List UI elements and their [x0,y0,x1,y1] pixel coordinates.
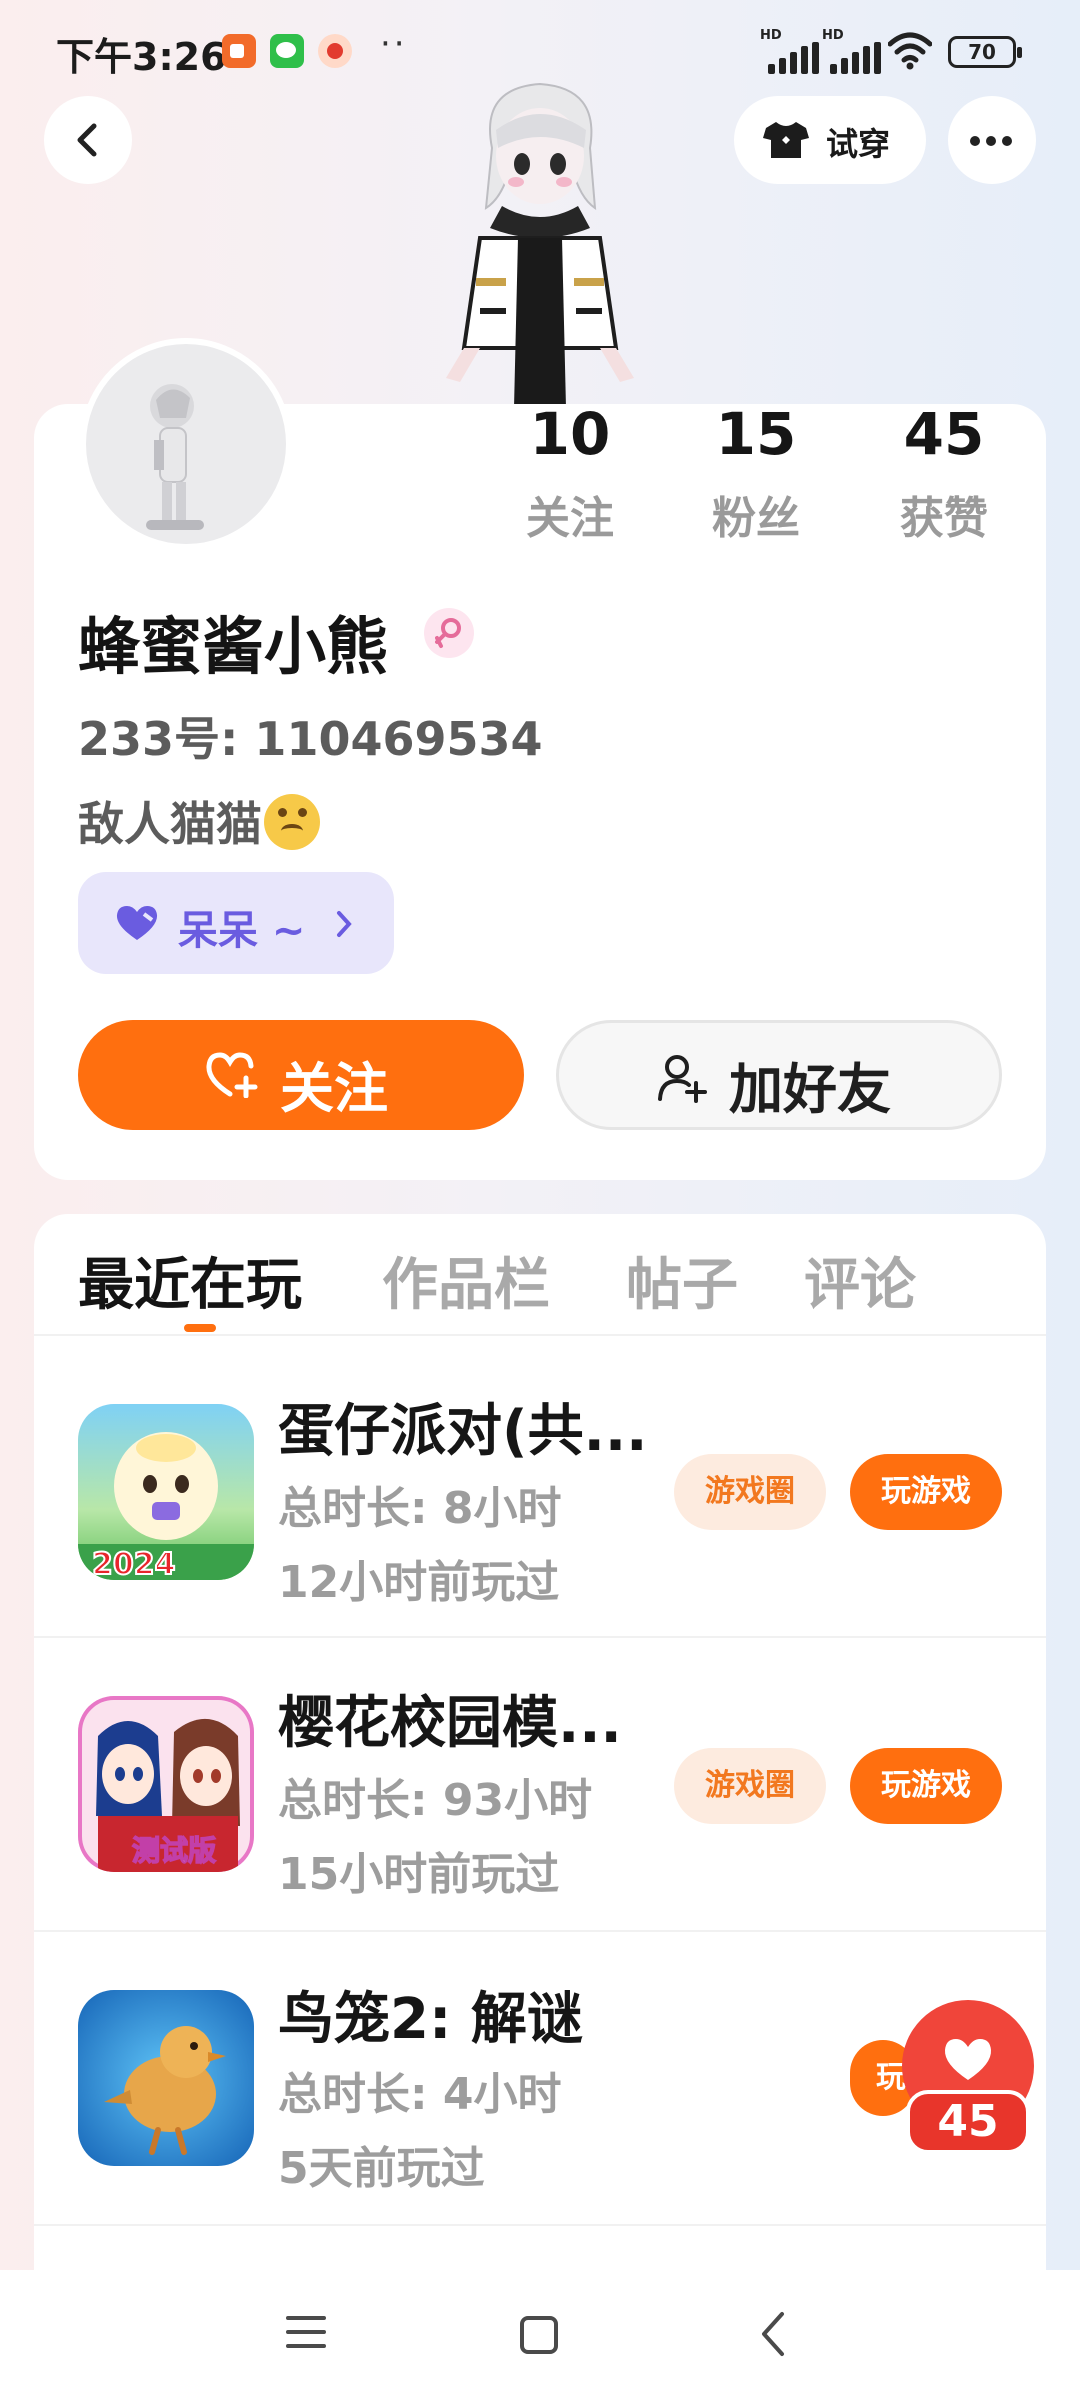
divider [34,2224,1046,2226]
back-icon[interactable] [758,2310,788,2358]
fans-stat[interactable]: 15 粉丝 [676,400,836,546]
avatar-figure [146,384,204,530]
female-gender-icon [424,608,474,658]
game-circle-button[interactable]: 游戏圈 [674,1748,826,1824]
tag-label: 呆呆 ~ [178,908,306,954]
wifi-icon [888,32,932,70]
game-icon-sakura-school[interactable]: 测试版 [78,1696,254,1872]
game-duration: 总时长: 8小时 [278,1483,562,1534]
tab-works[interactable]: 作品栏 [382,1240,550,1321]
add-user-icon [658,1055,707,1103]
more-notifications-icon: ·· [380,24,408,64]
divider [34,1334,1046,1336]
wechat-icon [270,34,304,68]
fans-label: 粉丝 [712,493,800,544]
bio-text: 敌人猫猫 [78,797,262,851]
game-circle-button[interactable]: 游戏圈 [674,1454,826,1530]
follow-label: 关注 [280,1057,388,1120]
try-on-label: 试穿 [826,125,891,163]
more-options-button[interactable] [948,96,1036,184]
game-last-played: 5天前玩过 [278,2143,485,2194]
tshirt-icon [763,122,809,158]
tab-posts[interactable]: 帖子 [626,1240,738,1321]
battery-icon: 70 [948,36,1022,68]
likes-count: 45 [903,400,985,468]
game-last-played: 12小时前玩过 [278,1557,560,1608]
tab-comments[interactable]: 评论 [804,1240,916,1321]
floating-like-count: 45 [906,2090,1030,2154]
nickname: 蜂蜜酱小熊 [78,610,389,683]
heart-plus-icon [206,1052,258,1098]
game-icon-text: 测试版 [132,1834,216,1867]
user-id: 233号: 110469534 [78,712,543,766]
following-count: 10 [529,400,611,468]
tab-recent-played[interactable]: 最近在玩 [78,1240,302,1321]
divider [34,1930,1046,1932]
divider [34,1636,1046,1638]
upside-down-face-icon [264,794,320,850]
game-title[interactable]: 樱花校园模... [278,1678,622,1759]
following-stat[interactable]: 10 关注 [490,400,650,546]
add-friend-label: 加好友 [729,1058,891,1121]
play-game-button[interactable]: 玩游戏 [850,1748,1002,1824]
add-friend-button[interactable]: 加好友 [556,1020,1002,1130]
tab-indicator [184,1324,216,1332]
game-title[interactable]: 蛋仔派对(共... [278,1386,647,1467]
follow-button[interactable]: 关注 [78,1020,524,1130]
game-title[interactable]: 鸟笼2: 解谜 [278,1974,583,2055]
likes-label: 获赞 [900,493,988,544]
game-duration: 总时长: 93小时 [278,1775,593,1826]
game-icon-birdcage[interactable] [78,1990,254,2166]
signal-icon: HD [760,28,820,74]
heart-icon [944,2039,992,2080]
menu-icon[interactable] [286,2312,326,2352]
tag-chip[interactable]: 呆呆 ~ [78,872,394,974]
battery-level: 70 [968,40,996,64]
avatar-character [446,82,634,408]
try-on-button[interactable]: 试穿 [734,96,926,184]
bio: 敌人猫猫 [78,788,320,854]
avatar[interactable] [80,338,292,550]
signal-icon: HD [822,28,882,74]
back-button[interactable] [44,96,132,184]
more-icon [970,136,980,146]
game-duration: 总时长: 4小时 [278,2069,562,2120]
chevron-right-icon [337,911,352,937]
game-last-played: 15小时前玩过 [278,1849,560,1900]
likes-stat[interactable]: 45 获赞 [864,400,1024,546]
following-label: 关注 [526,493,614,544]
app-notification-icon [318,34,352,68]
chevron-left-icon [77,123,97,157]
status-time: 下午3:26 [56,35,227,79]
game-icon-text: 2024 [92,1547,176,1580]
home-icon[interactable] [520,2316,558,2354]
heart-icon [116,906,158,940]
play-game-button[interactable]: 玩游戏 [850,1454,1002,1530]
screen-record-icon [222,34,256,68]
game-icon-eggy-party[interactable]: 2024 [78,1404,254,1580]
fans-count: 15 [715,400,797,468]
